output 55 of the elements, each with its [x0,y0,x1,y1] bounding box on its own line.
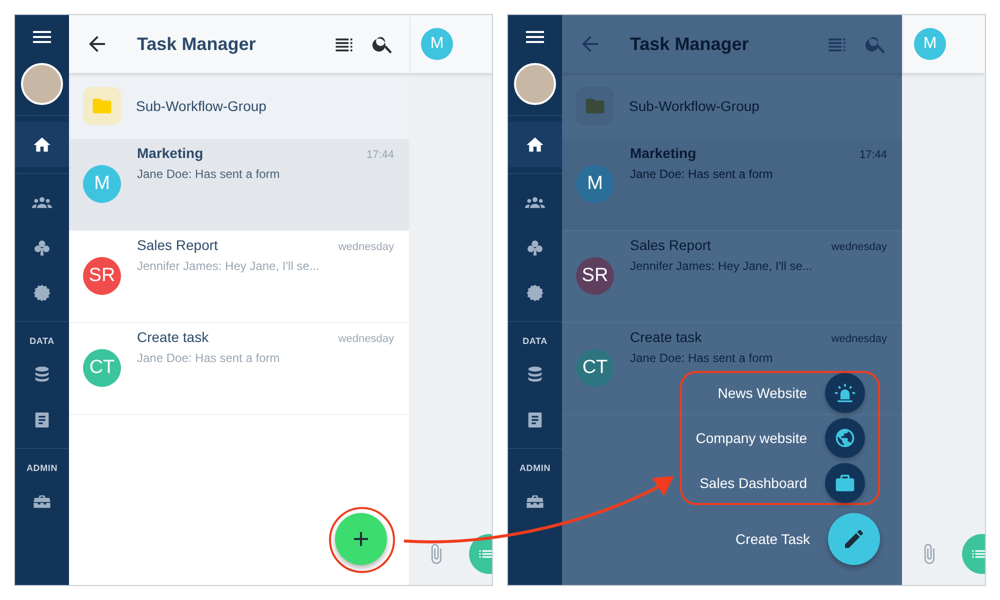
initials-avatar: M [421,28,453,60]
initials-avatar: M [576,165,614,203]
section-label: ADMIN [520,463,550,473]
briefcase-icon [834,472,856,494]
task-row[interactable]: M Marketing 17:44 Jane Doe: Has sent a form [562,139,902,231]
message-preview: Jane Doe: Has sent a form [630,167,774,181]
initials-avatar: CT [83,349,121,387]
initials-avatar: SR [576,257,614,295]
message-preview: Jane Doe: Has sent a form [630,351,774,365]
task-title: Marketing [137,145,204,161]
folder-row[interactable]: Sub-Workflow-Group [69,73,409,139]
task-title: Sales Report [630,237,711,253]
club-icon [525,238,545,258]
siren-icon [834,382,856,404]
initials-avatar: M [83,165,121,203]
home-icon [32,134,52,154]
task-row[interactable]: M Marketing 17:44 Jane Doe: Has sent a form [69,139,409,231]
header-title: Task Manager [630,34,750,54]
task-time: 17:44 [859,149,887,161]
task-title: Marketing [630,145,696,161]
avatar-photo[interactable] [21,63,63,105]
club-icon [32,238,52,258]
section-label: DATA [30,336,54,346]
sidebar-item[interactable] [15,122,69,167]
message-preview: Jane Doe: Has sent a form [137,167,281,181]
globe-icon [834,427,856,449]
sidebar-item[interactable] [508,122,562,167]
message-preview: Jennifer James: Hey Jane, I'll se... [630,259,814,273]
initials-avatar: SR [83,257,121,295]
pencil-icon [842,527,866,551]
folder-name: Sub-Workflow-Group [629,98,760,114]
message-preview: Jane Doe: Has sent a form [137,351,281,365]
action-label[interactable]: Sales Dashboard [700,475,807,491]
task-time: 17:44 [366,149,394,161]
task-time: wednesday [338,241,394,253]
section-label: DATA [522,336,548,346]
task-time: wednesday [831,333,887,345]
action-label[interactable]: Company website [696,430,807,446]
gear-icon [525,282,545,302]
folder-name: Sub-Workflow-Group [136,98,266,114]
avatar-photo[interactable] [514,63,556,105]
task-time: wednesday [338,333,394,345]
gear-icon [32,282,52,302]
task-title: Create task [137,329,209,345]
action-label[interactable]: News Website [718,385,807,401]
home-icon [525,134,545,154]
task-title: Create task [630,329,702,345]
section-label: ADMIN [26,463,58,473]
header-title: Task Manager [137,34,257,54]
initials-avatar: M [914,28,946,60]
message-preview: Jennifer James: Hey Jane, I'll se... [137,259,320,273]
fab-label[interactable]: Create Task [736,531,810,547]
initials-avatar: CT [576,349,614,387]
task-time: wednesday [831,241,887,253]
task-title: Sales Report [137,237,218,253]
